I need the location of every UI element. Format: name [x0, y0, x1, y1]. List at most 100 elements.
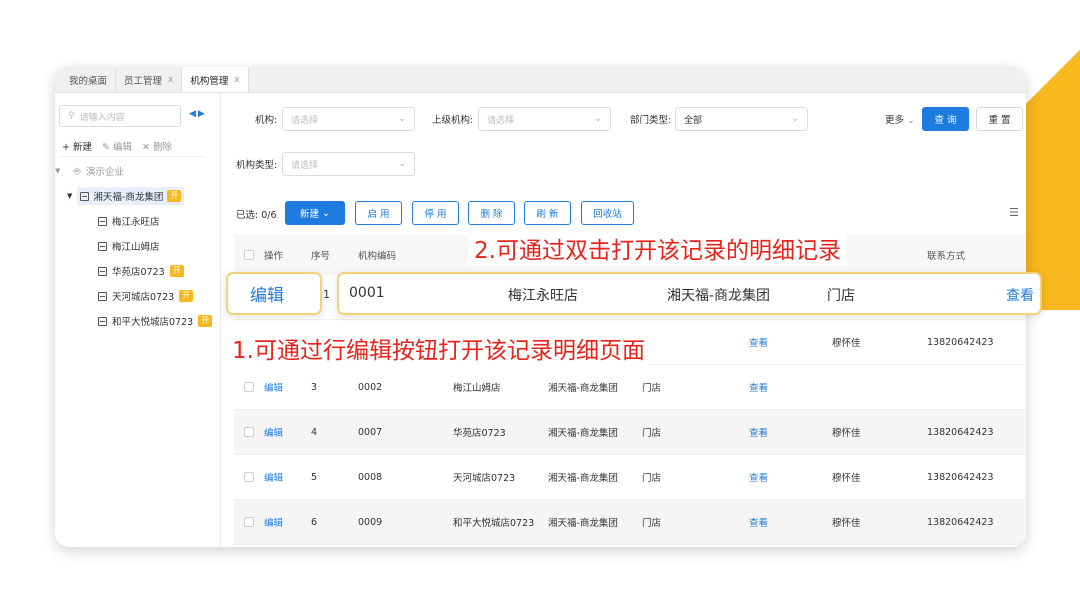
- dept-type-select[interactable]: 全部 ⌄: [675, 107, 808, 131]
- new-dropdown-button[interactable]: 新建 ⌄: [285, 201, 345, 225]
- code-cell: 0009: [358, 516, 383, 528]
- search-placeholder: 请输入内容: [79, 112, 125, 123]
- tree-store[interactable]: 天河城店0723 开: [98, 289, 194, 303]
- collapse-arrows-icon[interactable]: ◀▶: [189, 109, 207, 119]
- recycle-button[interactable]: 回收站: [581, 201, 634, 225]
- sidebar-actions: + 新建 ✎ 编辑 ✕ 删除: [62, 139, 172, 153]
- parent-select[interactable]: 请选择 ⌄: [478, 107, 611, 131]
- table-row[interactable]: 编辑 5 0008 天河城店0723 湘天福-商龙集团 门店 查看 穆怀佳 13…: [234, 455, 1025, 500]
- manager-cell: 穆怀佳: [832, 428, 861, 439]
- manager-cell: 穆怀佳: [832, 473, 861, 484]
- view-link[interactable]: 查看: [749, 470, 832, 484]
- phone-cell: 13820642423: [927, 336, 994, 348]
- column-header: 序号: [311, 251, 331, 262]
- delete-button[interactable]: ✕ 删除: [142, 139, 172, 153]
- highlight-view-link[interactable]: 查看: [1006, 285, 1034, 305]
- view-link[interactable]: 查看: [749, 515, 832, 529]
- close-icon[interactable]: x: [234, 75, 239, 85]
- tree-store[interactable]: 华苑店0723 开: [98, 264, 184, 278]
- org-select[interactable]: 请选择 ⌄: [282, 107, 415, 131]
- enable-button[interactable]: 启 用: [355, 201, 402, 225]
- highlight-row-callout[interactable]: 0001 梅江永旺店 湘天福-商龙集团 门店 查看: [337, 272, 1042, 315]
- edit-link[interactable]: 编辑: [264, 425, 311, 439]
- status-badge: 开: [169, 265, 184, 277]
- highlight-edit-callout[interactable]: 编辑: [226, 272, 322, 315]
- tab-staff[interactable]: 员工管理 x: [116, 67, 183, 92]
- row-checkbox[interactable]: [244, 382, 254, 392]
- column-settings-icon[interactable]: ☰: [1009, 206, 1019, 219]
- tab-org[interactable]: 机构管理 x: [182, 67, 249, 92]
- table-row[interactable]: 编辑 4 0007 华苑店0723 湘天福-商龙集团 门店 查看 穆怀佳 138…: [234, 410, 1025, 455]
- reset-button[interactable]: 重 置: [976, 107, 1023, 131]
- status-badge: 开: [179, 290, 194, 302]
- row-checkbox[interactable]: [244, 472, 254, 482]
- sidebar: ⚲ 请输入内容 ◀▶ + 新建 ✎ 编辑 ✕ 删除 ▼ ⎆ 演示企业 ▼ 湘天福…: [55, 93, 221, 547]
- type-cell: 门店: [642, 473, 662, 484]
- index-cell: 5: [311, 471, 318, 483]
- select-all-checkbox[interactable]: [244, 250, 254, 260]
- sidebar-search-input[interactable]: ⚲ 请输入内容: [59, 105, 181, 127]
- phone-cell: 13820642423: [927, 426, 994, 438]
- store-icon: [98, 266, 107, 276]
- tree-store[interactable]: 梅江山姆店: [98, 239, 160, 253]
- company-icon: ⎆: [73, 165, 81, 177]
- tab-desktop[interactable]: 我的桌面: [61, 67, 117, 92]
- parent-cell: 湘天福-商龙集团: [548, 518, 618, 529]
- manager-cell: 穆怀佳: [832, 518, 861, 529]
- disable-button[interactable]: 停 用: [412, 201, 459, 225]
- highlight-index: 1: [323, 288, 330, 301]
- stage: 我的桌面 员工管理 x 机构管理 x ⚲ 请输入内容 ◀▶ + 新建 ✎ 编辑 ✕ …: [0, 0, 1080, 611]
- name-cell: 华苑店0723: [453, 428, 506, 439]
- more-button[interactable]: 更多 ⌄: [885, 112, 915, 126]
- view-link[interactable]: 查看: [749, 335, 832, 349]
- edit-link[interactable]: 编辑: [264, 515, 311, 529]
- divider: [59, 156, 205, 157]
- column-header: 机构编码: [358, 251, 397, 262]
- tab-label: 机构管理: [190, 75, 229, 87]
- delete-button[interactable]: 删 除: [468, 201, 515, 225]
- parent-cell: 湘天福-商龙集团: [548, 383, 618, 394]
- name-cell: 和平大悦城店0723: [453, 518, 535, 529]
- table-row[interactable]: 编辑 3 0002 梅江山姆店 湘天福-商龙集团 门店 查看: [234, 365, 1025, 410]
- tree-root[interactable]: ▼ ⎆ 演示企业: [55, 164, 124, 179]
- parent-label: 上级机构:: [432, 115, 474, 126]
- index-cell: 4: [311, 426, 318, 438]
- phone-cell: 13820642423: [927, 471, 994, 483]
- dept-type-label: 部门类型:: [630, 115, 672, 126]
- view-link[interactable]: 查看: [749, 425, 832, 439]
- row-checkbox-cell: [234, 427, 264, 437]
- row-checkbox[interactable]: [244, 427, 254, 437]
- parent-cell: 湘天福-商龙集团: [548, 473, 618, 484]
- tree-store-label: 华苑店0723: [112, 267, 165, 278]
- refresh-button[interactable]: 刷 新: [524, 201, 571, 225]
- parent-placeholder: 请选择: [487, 115, 515, 126]
- edit-link[interactable]: 编辑: [264, 470, 311, 484]
- tree-store[interactable]: 梅江永旺店: [98, 214, 160, 228]
- query-button[interactable]: 查 询: [922, 107, 969, 131]
- tree-store-label: 梅江永旺店: [112, 217, 160, 228]
- close-icon[interactable]: x: [168, 75, 173, 85]
- org-type-select[interactable]: 请选择 ⌄: [282, 152, 415, 176]
- caret-down-icon[interactable]: ▼: [67, 192, 72, 200]
- org-placeholder: 请选择: [291, 115, 319, 126]
- edit-button[interactable]: ✎ 编辑: [102, 139, 132, 153]
- code-cell: 0002: [358, 381, 383, 393]
- type-cell: 门店: [642, 428, 662, 439]
- new-button[interactable]: + 新建: [62, 139, 92, 153]
- tree-store[interactable]: 和平大悦城店0723 开: [98, 314, 213, 328]
- caret-down-icon[interactable]: ▼: [55, 167, 60, 175]
- tree-group[interactable]: ▼ 湘天福-商龙集团 开: [67, 187, 185, 205]
- annotation-doubleclick: 2.可通过双击打开该记录的明细记录: [468, 231, 847, 265]
- search-icon: ⚲: [68, 111, 75, 121]
- view-link[interactable]: 查看: [749, 380, 832, 394]
- row-checkbox[interactable]: [244, 517, 254, 527]
- manager-cell: 穆怀佳: [832, 338, 861, 349]
- tree-group-item: 湘天福-商龙集团 开: [77, 187, 185, 205]
- tab-label: 员工管理: [124, 75, 163, 87]
- selected-count: 已选: 0/6: [236, 210, 277, 221]
- table-row[interactable]: 编辑 6 0009 和平大悦城店0723 湘天福-商龙集团 门店 查看 穆怀佳 …: [234, 500, 1025, 545]
- dept-type-value: 全部: [684, 115, 703, 126]
- delete-label: 删除: [152, 142, 172, 153]
- tree-store-label: 梅江山姆店: [112, 242, 160, 253]
- edit-link[interactable]: 编辑: [264, 380, 311, 394]
